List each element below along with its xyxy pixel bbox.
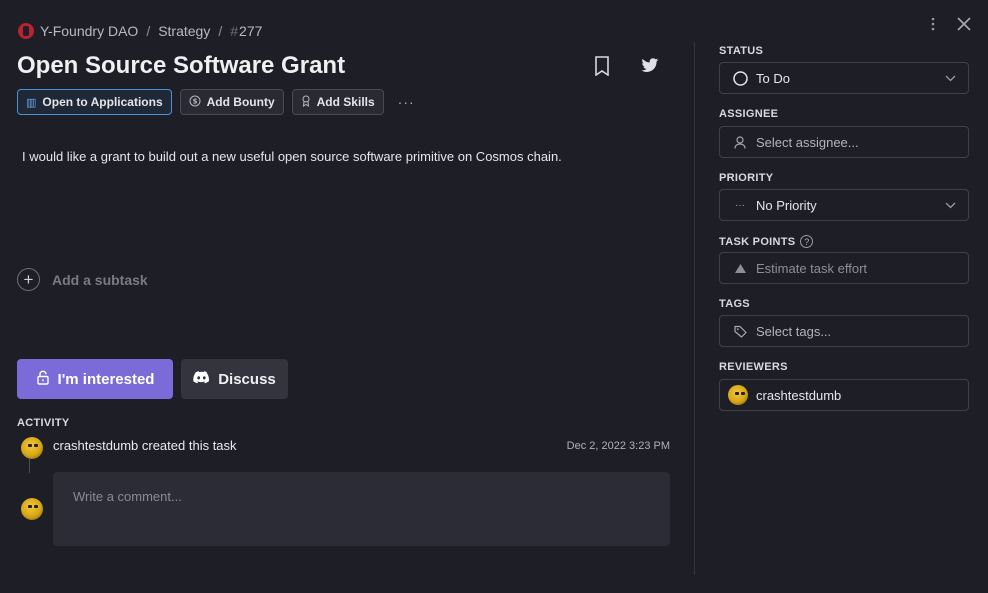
discuss-label: Discuss <box>218 370 276 388</box>
kebab-menu-icon[interactable] <box>928 16 938 36</box>
help-icon[interactable]: ? <box>800 235 814 248</box>
priority-select[interactable]: ··· No Priority <box>719 189 969 221</box>
hash-icon: # <box>230 23 239 39</box>
task-description[interactable]: I would like a grant to build out a new … <box>22 149 562 164</box>
breadcrumb-task-number: 277 <box>239 23 263 39</box>
status-label: STATUS <box>719 45 764 57</box>
breadcrumb-separator: / <box>218 23 223 39</box>
status-value: To Do <box>756 70 790 86</box>
circle-status-icon <box>732 70 748 86</box>
avatar <box>728 385 748 405</box>
add-subtask-label: Add a subtask <box>52 271 148 288</box>
assignee-select[interactable]: Select assignee... <box>719 126 969 158</box>
avatar <box>21 498 43 520</box>
activity-connector <box>29 459 30 473</box>
chevron-down-icon <box>945 71 956 85</box>
panel-divider <box>694 42 695 575</box>
open-to-applications-button[interactable]: ▥ Open to Applications <box>17 89 172 115</box>
more-options-icon[interactable]: ··· <box>398 94 415 110</box>
im-interested-button[interactable]: I'm interested <box>17 359 173 399</box>
plus-icon: + <box>17 268 40 291</box>
breadcrumb-separator: / <box>146 23 151 39</box>
comment-input[interactable]: Write a comment... <box>53 472 670 546</box>
award-icon <box>301 95 311 110</box>
bookmark-icon[interactable] <box>594 56 610 81</box>
assignee-label: ASSIGNEE <box>719 108 779 120</box>
org-logo-icon <box>18 23 34 39</box>
tags-placeholder: Select tags... <box>756 323 832 339</box>
lock-icon <box>36 370 50 389</box>
no-priority-icon: ··· <box>735 199 745 211</box>
chip-label: Add Skills <box>316 95 375 109</box>
breadcrumb-org[interactable]: Y-Foundry DAO <box>40 23 138 39</box>
chevron-down-icon <box>945 198 956 212</box>
im-interested-label: I'm interested <box>57 370 155 388</box>
page-title[interactable]: Open Source Software Grant <box>17 52 345 80</box>
user-icon <box>732 135 748 149</box>
add-skills-button[interactable]: Add Skills <box>291 89 384 115</box>
breadcrumb-project[interactable]: Strategy <box>158 23 210 39</box>
discord-icon <box>193 370 210 388</box>
triangle-icon <box>732 263 748 274</box>
tags-select[interactable]: Select tags... <box>719 315 969 347</box>
task-points-label: TASK POINTS ? <box>719 235 814 248</box>
chip-label: Open to Applications <box>42 95 163 109</box>
task-points-input[interactable]: Estimate task effort <box>719 252 969 284</box>
add-subtask-button[interactable]: + Add a subtask <box>17 268 148 291</box>
avatar[interactable] <box>21 437 43 459</box>
tags-label: TAGS <box>719 298 750 310</box>
priority-value: No Priority <box>756 197 817 213</box>
task-points-label-text: TASK POINTS <box>719 235 796 248</box>
reviewers-label: REVIEWERS <box>719 361 788 373</box>
activity-entry-text: crashtestdumb created this task <box>53 438 237 453</box>
activity-heading: ACTIVITY <box>17 417 70 429</box>
task-points-placeholder: Estimate task effort <box>756 260 868 276</box>
twitter-icon[interactable] <box>641 58 659 78</box>
close-icon[interactable] <box>957 17 971 35</box>
breadcrumb: Y-Foundry DAO / Strategy / # 277 <box>18 23 262 39</box>
reviewers-select[interactable]: crashtestdumb <box>719 379 969 411</box>
document-icon: ▥ <box>26 96 37 109</box>
discuss-button[interactable]: Discuss <box>181 359 288 399</box>
chip-label: Add Bounty <box>206 95 275 109</box>
priority-label: PRIORITY <box>719 172 774 184</box>
task-chips: ▥ Open to Applications $ Add Bounty Add … <box>17 89 415 115</box>
svg-text:$: $ <box>192 97 197 105</box>
status-select[interactable]: To Do <box>719 62 969 94</box>
dollar-coin-icon: $ <box>189 95 201 110</box>
add-bounty-button[interactable]: $ Add Bounty <box>179 89 284 115</box>
assignee-placeholder: Select assignee... <box>756 134 859 150</box>
tag-icon <box>732 325 748 338</box>
reviewer-name: crashtestdumb <box>756 387 842 403</box>
activity-entry-timestamp: Dec 2, 2022 3:23 PM <box>566 440 670 452</box>
